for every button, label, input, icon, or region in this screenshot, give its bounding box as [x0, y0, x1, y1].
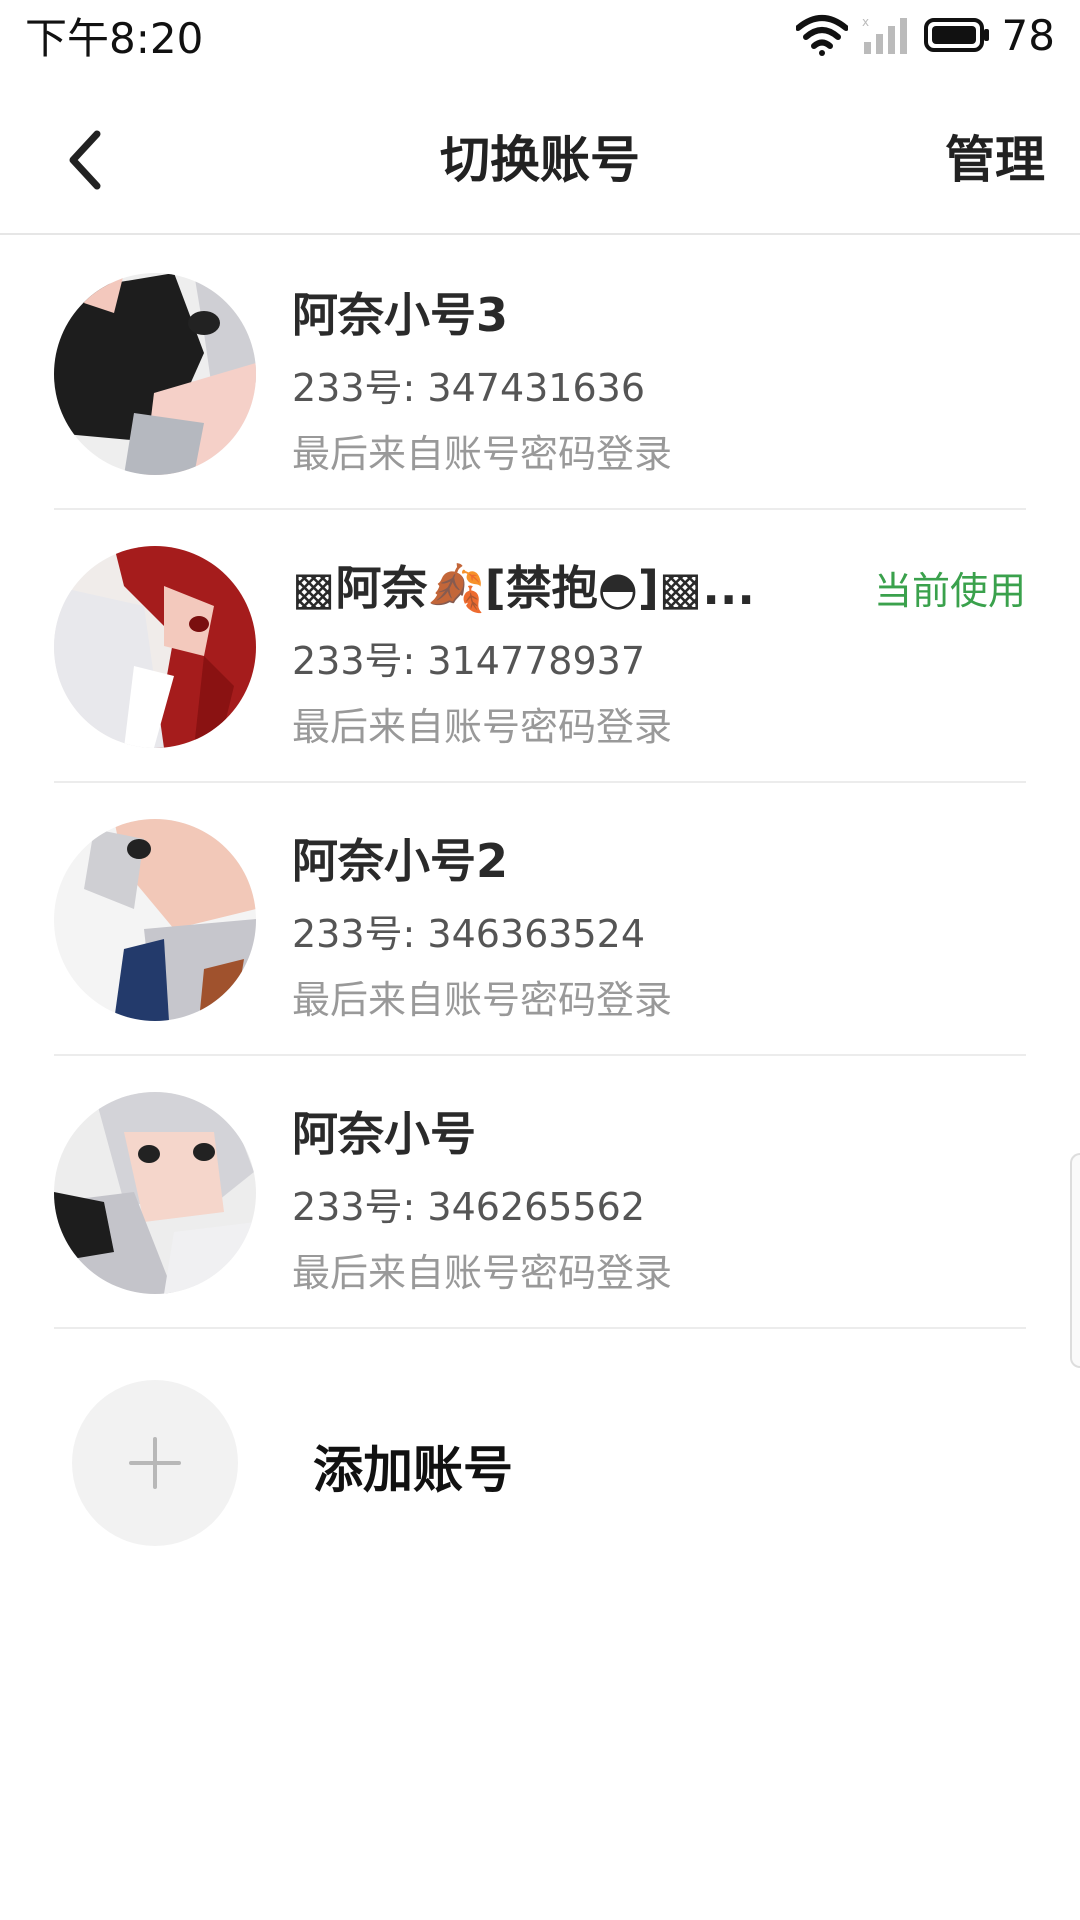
status-time: 下午8:20: [25, 13, 204, 63]
battery-level: 78: [1001, 10, 1055, 60]
account-item[interactable]: 阿奈小号2 233号: 346363524 最后来自账号密码登录: [0, 783, 1080, 1056]
account-id: 233号: 346265562: [292, 1185, 646, 1229]
status-bar: 下午8:20 x 78: [0, 0, 1080, 70]
svg-text:x: x: [862, 15, 869, 29]
account-id: 233号: 346363524: [292, 912, 646, 956]
account-name: 阿奈小号3: [292, 288, 509, 342]
avatar: [54, 819, 256, 1021]
account-name: 阿奈小号: [292, 1107, 476, 1161]
wifi-icon: [795, 15, 848, 56]
account-item[interactable]: 阿奈小号3 233号: 347431636 最后来自账号密码登录: [0, 237, 1080, 510]
page-title: 切换账号: [440, 131, 640, 189]
account-item[interactable]: ▩阿奈🍂[禁抱◓]▩... 当前使用 233号: 314778937 最后来自账…: [0, 510, 1080, 783]
add-account-row[interactable]: 添加账号: [0, 1380, 1080, 1550]
account-item[interactable]: 阿奈小号 233号: 346265562 最后来自账号密码登录: [0, 1056, 1080, 1329]
account-name: ▩阿奈🍂[禁抱◓]▩...: [292, 561, 755, 615]
avatar: [54, 546, 256, 748]
signal-icon: x: [862, 15, 907, 54]
account-list: 阿奈小号3 233号: 347431636 最后来自账号密码登录 ▩阿奈🍂[禁抱…: [0, 237, 1080, 1329]
plus-icon: [129, 1437, 181, 1489]
account-login-method: 最后来自账号密码登录: [292, 1251, 673, 1295]
battery-icon: [923, 18, 989, 52]
add-account-label: 添加账号: [313, 1441, 513, 1499]
manage-button[interactable]: 管理: [945, 120, 1045, 192]
avatar: [54, 273, 256, 475]
add-account-button[interactable]: [72, 1380, 238, 1546]
account-id: 233号: 314778937: [292, 639, 646, 683]
nav-bar: 切换账号 管理: [0, 85, 1080, 235]
account-id: 233号: 347431636: [292, 366, 646, 410]
account-login-method: 最后来自账号密码登录: [292, 705, 673, 749]
current-account-badge: 当前使用: [873, 569, 1026, 613]
account-login-method: 最后来自账号密码登录: [292, 978, 673, 1022]
avatar: [54, 1092, 256, 1294]
account-login-method: 最后来自账号密码登录: [292, 432, 673, 476]
account-name: 阿奈小号2: [292, 834, 509, 888]
scroll-handle[interactable]: [1070, 1153, 1080, 1368]
status-icons: x 78: [795, 10, 1055, 60]
